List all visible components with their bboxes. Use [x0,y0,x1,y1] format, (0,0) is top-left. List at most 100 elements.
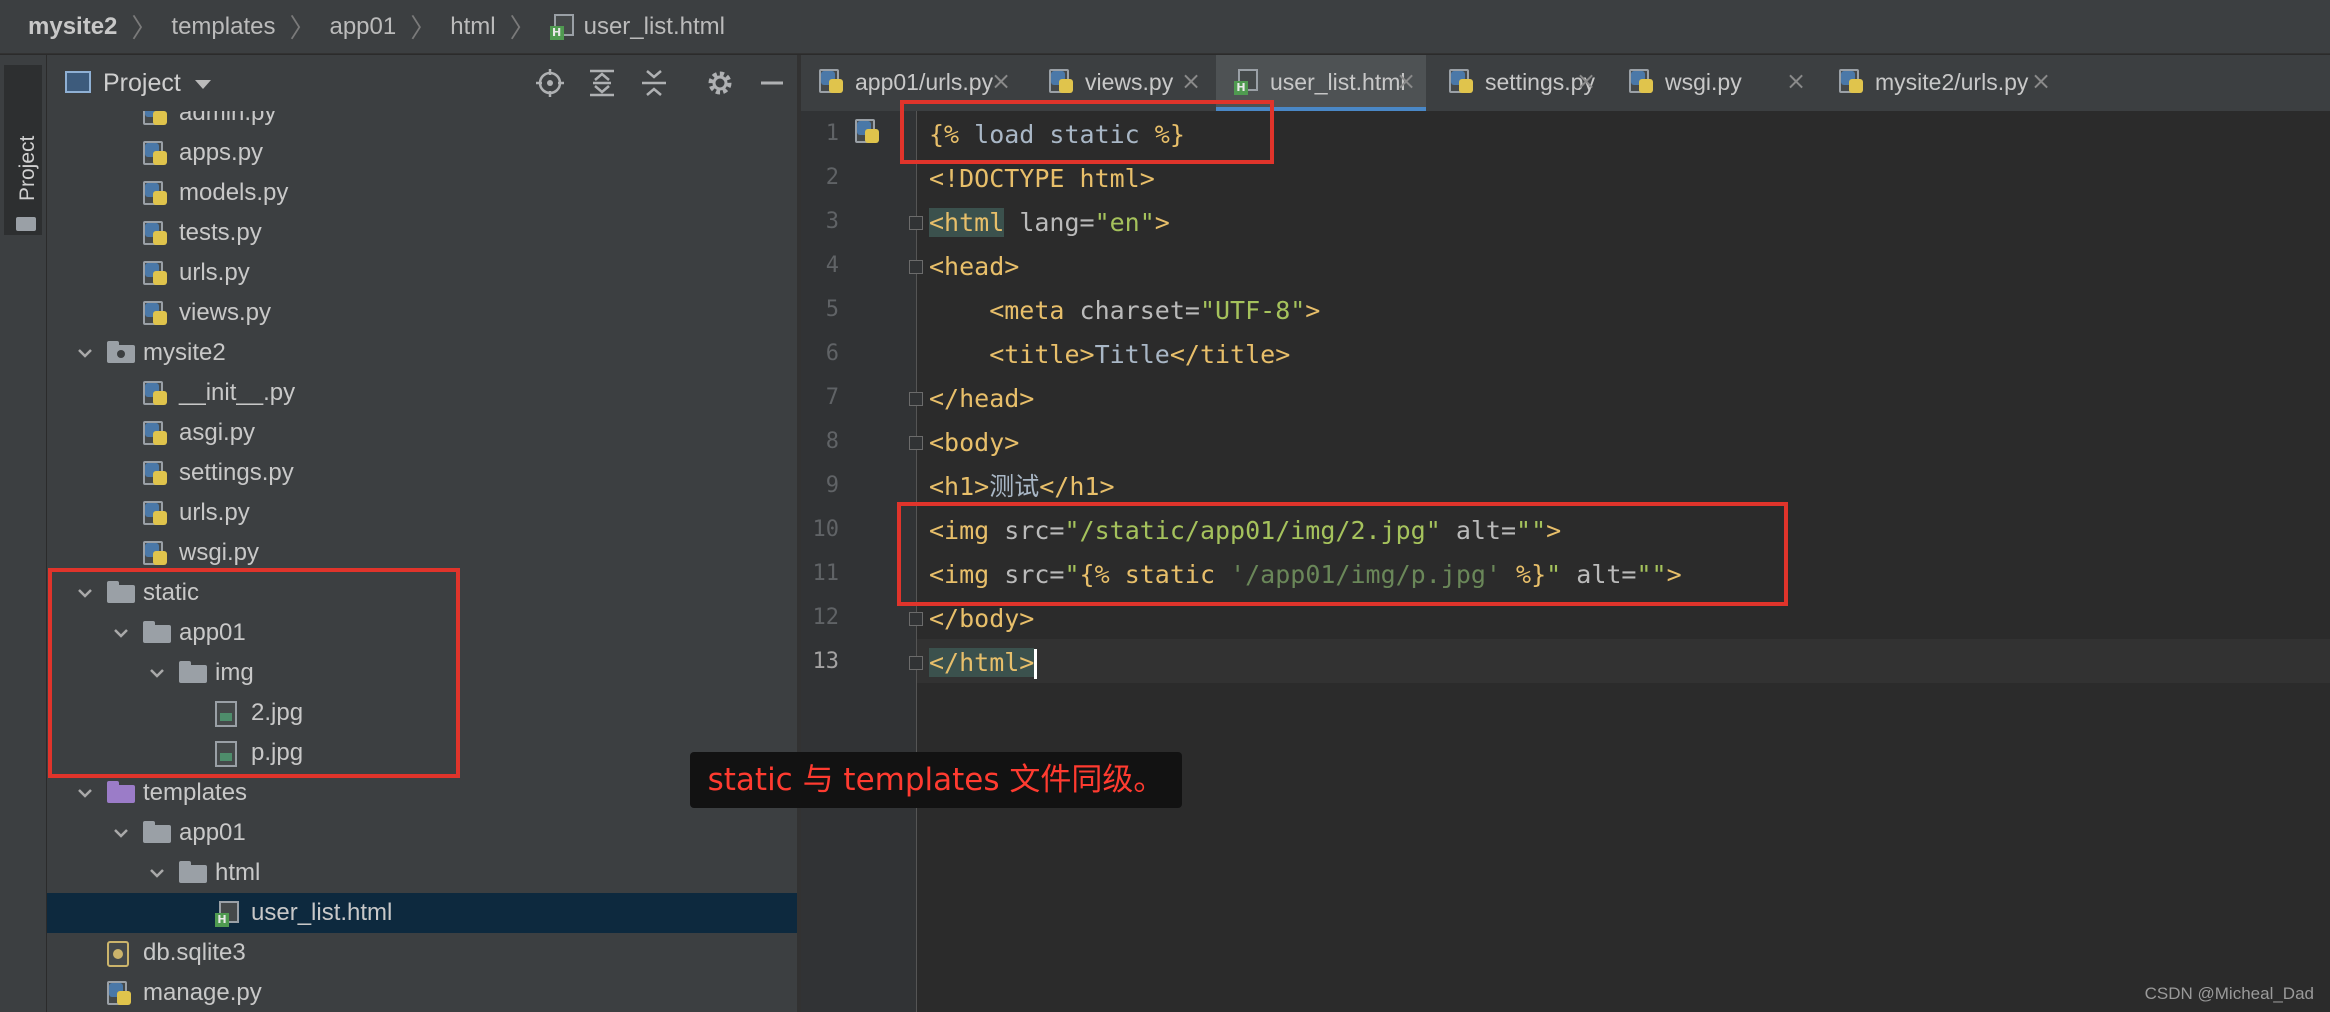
close-icon[interactable]: × [1396,67,1416,95]
python-file-icon [143,221,169,247]
tree-item[interactable]: templates [47,773,797,813]
expand-all-icon[interactable] [587,68,617,98]
python-file-icon [107,981,133,1007]
tree-item-label: html [215,859,261,886]
code-token: </title> [1169,340,1291,369]
fold-marker-icon[interactable] [909,436,923,450]
tree-item[interactable]: __init__.py [47,373,797,413]
annotation-box-load-static [900,100,1274,164]
python-file-icon [143,181,169,207]
project-panel-header: Project [47,55,797,111]
code-line[interactable]: </html> [929,641,2309,685]
editor-tab[interactable]: settings.py × [1431,55,1606,111]
project-view-selector[interactable]: Project [103,69,181,98]
tree-item[interactable]: Huser_list.html [47,893,797,933]
line-number: 1 [825,121,839,146]
tree-item[interactable]: manage.py [47,973,797,1012]
code-line[interactable]: </head> [929,377,2309,421]
tree-item[interactable]: urls.py [47,493,797,533]
folder-icon [143,821,171,847]
python-file-icon [1449,69,1475,95]
chevron-down-icon[interactable] [75,783,95,803]
breadcrumb-item[interactable]: Huser_list.html [549,12,725,41]
close-icon[interactable]: × [1576,67,1596,95]
breadcrumb-item[interactable]: templates [171,13,275,41]
tree-item-label: mysite2 [143,339,226,366]
html-file-icon: H [215,901,241,927]
breadcrumb: mysite2 〉 templates 〉 app01 〉 html 〉 Huser_list.… [0,0,2330,54]
breadcrumb-separator-icon: 〉 [289,13,316,43]
fold-marker-icon[interactable] [909,260,923,274]
close-icon[interactable]: × [991,67,1011,95]
editor-tab-label: views.py [1085,69,1174,95]
tree-item[interactable]: mysite2 [47,333,797,373]
editor-tab[interactable]: wsgi.py × [1611,55,1816,111]
tree-item-label: app01 [179,819,246,846]
chevron-down-icon[interactable] [147,863,167,883]
fold-marker-icon[interactable] [909,216,923,230]
code-line[interactable]: <head> [929,245,2309,289]
tree-item[interactable]: views.py [47,293,797,333]
fold-marker-icon[interactable] [909,656,923,670]
chevron-down-icon[interactable] [75,343,95,363]
python-file-icon [143,141,169,167]
gear-icon[interactable] [705,68,735,98]
project-window-icon [65,71,91,93]
editor-tab[interactable]: mysite2/urls.py × [1821,55,2061,111]
breadcrumb-label: user_list.html [583,12,725,40]
breadcrumb-item[interactable]: mysite2 [28,13,117,41]
tree-item[interactable]: db.sqlite3 [47,933,797,973]
tree-item[interactable]: admin.py [47,111,797,133]
breadcrumb-item[interactable]: html [450,13,495,41]
python-file-icon [143,421,169,447]
python-file-icon [143,541,169,567]
python-file-icon [143,501,169,527]
project-tree: admin.py apps.py models.py tests.py urls.py v… [47,111,797,1012]
editor-tab-label: mysite2/urls.py [1875,69,2029,95]
tree-item[interactable]: apps.py [47,133,797,173]
chevron-down-icon[interactable] [111,823,131,843]
line-number: 8 [825,429,839,454]
tree-item[interactable]: html [47,853,797,893]
code-line[interactable]: <html lang="en"> [929,201,2309,245]
tree-item-label: urls.py [179,259,250,286]
tree-item[interactable]: urls.py [47,253,797,293]
close-icon[interactable]: × [1786,67,1806,95]
tree-item[interactable]: asgi.py [47,413,797,453]
code-token: <html [929,208,1005,237]
tree-item-label: wsgi.py [179,539,260,566]
python-file-icon [143,261,169,287]
locate-icon[interactable] [535,68,565,98]
code-line[interactable]: <body> [929,421,2309,465]
line-number: 9 [825,473,839,498]
chevron-down-icon[interactable] [195,80,211,89]
close-icon[interactable]: × [2031,67,2051,95]
fold-marker-icon[interactable] [909,612,923,626]
fold-marker-icon[interactable] [909,392,923,406]
code-token: </h1> [1039,472,1115,501]
close-icon[interactable]: × [1181,67,1201,95]
breadcrumb-label: html [450,12,496,40]
breadcrumb-item[interactable]: app01 [329,13,396,41]
annotation-box-img-tags [897,502,1788,606]
code-token: charset= [1064,296,1200,325]
line-number: 10 [812,517,840,542]
code-line[interactable]: <title>Title</title> [929,333,2309,377]
code-line[interactable]: <meta charset="UTF-8"> [929,289,2309,333]
tree-item[interactable]: wsgi.py [47,533,797,573]
code-token: > [1305,296,1321,325]
project-tool-window-tab[interactable]: Project [4,65,42,235]
python-file-icon [143,461,169,487]
code-token: </head> [929,384,1035,413]
tree-item-label: templates [143,779,248,806]
tree-item[interactable]: settings.py [47,453,797,493]
tree-item[interactable]: models.py [47,173,797,213]
tree-item[interactable]: app01 [47,813,797,853]
annotation-note: static 与 templates 文件同级。 [690,752,1182,808]
tree-item-label: db.sqlite3 [143,939,246,966]
breadcrumb-label: mysite2 [28,12,118,40]
python-file-icon [143,301,169,327]
minimize-icon[interactable] [757,68,787,98]
collapse-all-icon[interactable] [639,68,669,98]
tree-item[interactable]: tests.py [47,213,797,253]
